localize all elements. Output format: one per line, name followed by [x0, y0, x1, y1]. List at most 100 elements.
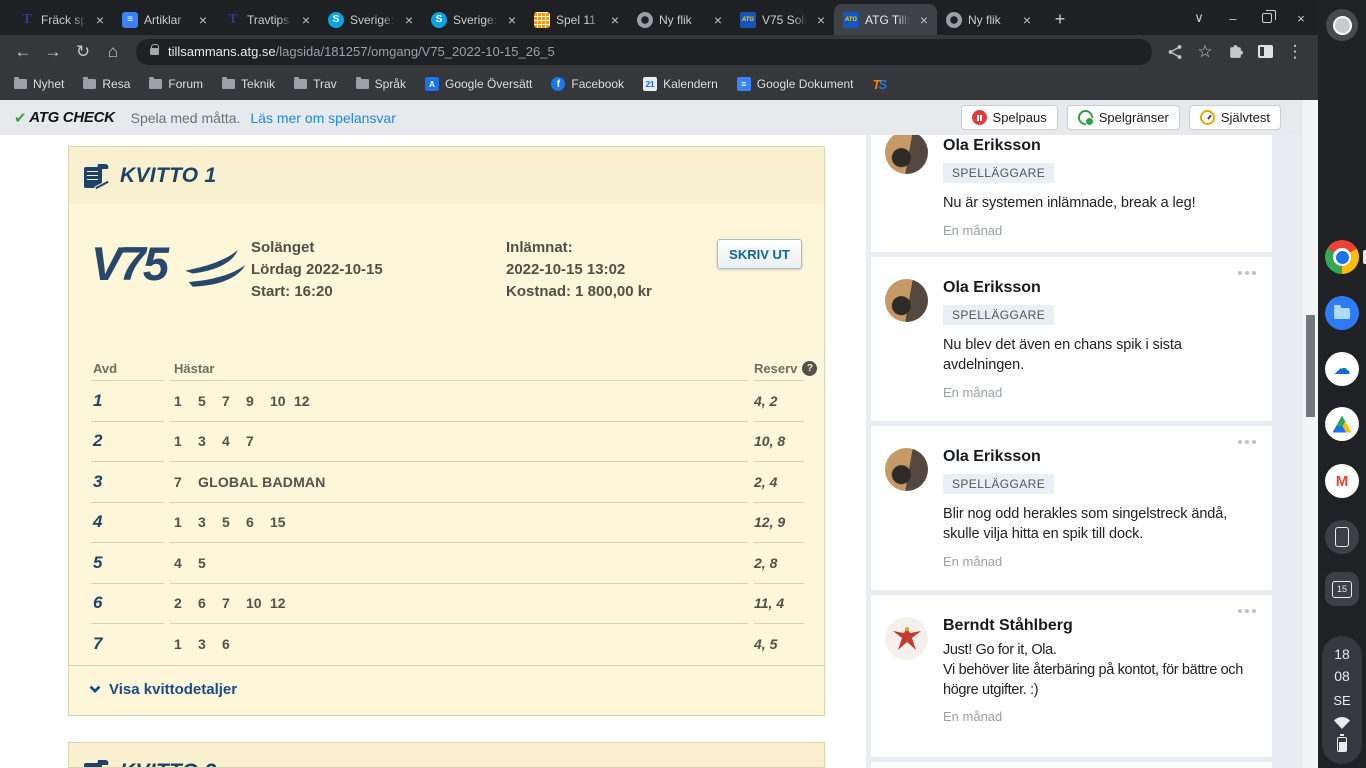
- browser-tab[interactable]: ATG V75 Solä ×: [731, 4, 834, 35]
- bookmark-ts[interactable]: TS: [873, 77, 888, 92]
- phone-app-icon[interactable]: [1325, 520, 1359, 554]
- bookmark-star-icon[interactable]: ☆: [1190, 38, 1220, 66]
- tab-close-icon[interactable]: ×: [710, 12, 726, 28]
- leg-number: 1: [93, 390, 103, 410]
- tab-close-icon[interactable]: ×: [607, 12, 623, 28]
- comment-text: Nu är systemen inlämnade, break a leg!: [943, 195, 1196, 211]
- avatar[interactable]: [885, 135, 928, 174]
- scrollbar-thumb[interactable]: [1306, 315, 1315, 417]
- help-icon[interactable]: ?: [802, 361, 818, 376]
- bookmark-label: Google Översätt: [444, 77, 533, 91]
- tab-search-chevron-icon[interactable]: ∨: [1182, 3, 1216, 33]
- cost-value: Kostnad: 1 800,00 kr: [506, 283, 652, 300]
- screen-record-indicator-icon[interactable]: [1326, 9, 1358, 41]
- comment-timestamp: En månad: [943, 223, 1003, 238]
- bookmark-folder[interactable]: Resa: [83, 76, 130, 91]
- comment-author: Berndt Ståhlberg: [943, 617, 1073, 634]
- avatar[interactable]: [885, 448, 928, 491]
- browser-tab[interactable]: T Fräck sp ×: [10, 4, 113, 35]
- bookmark-folder[interactable]: Språk: [355, 76, 406, 91]
- window-close-button[interactable]: ×: [1284, 3, 1318, 33]
- bookmark-folder[interactable]: Forum: [149, 76, 203, 91]
- browser-tab[interactable]: ≡ Artiklar ×: [113, 4, 216, 35]
- bookmark-calendar[interactable]: 21 Kalendern: [643, 77, 718, 91]
- restore-icon: [1262, 10, 1276, 23]
- spelgranser-button[interactable]: Spelgränser: [1066, 105, 1180, 130]
- horse-numbers: 136: [174, 636, 230, 653]
- atg-check-banner: ✔ ATG CHECK Spela med måtta. Läs mer om …: [0, 100, 1303, 135]
- bookmark-folder[interactable]: Teknik: [222, 76, 275, 91]
- gmail-app-icon[interactable]: M: [1325, 464, 1359, 498]
- tab-close-icon[interactable]: ×: [298, 12, 314, 28]
- tab-close-icon[interactable]: ×: [813, 12, 829, 28]
- tab-close-icon[interactable]: ×: [401, 12, 417, 28]
- submission-info: Inlämnat: 2022-10-15 13:02 Kostnad: 1 80…: [506, 237, 717, 357]
- spelpaus-button[interactable]: Spelpaus: [960, 105, 1058, 130]
- browser-tab[interactable]: Ny flik ×: [628, 4, 731, 35]
- browser-tab[interactable]: Spel 11 ×: [525, 4, 628, 35]
- table-row: 2 1347 10, 8: [91, 422, 804, 462]
- bookmark-facebook[interactable]: f Facebook: [551, 77, 624, 91]
- files-app-icon[interactable]: [1325, 296, 1359, 330]
- extensions-puzzle-icon[interactable]: [1220, 38, 1250, 66]
- reserve-numbers: 10, 8: [754, 433, 786, 450]
- system-status-area[interactable]: 18 08 SE: [1322, 636, 1362, 764]
- forward-icon[interactable]: →: [38, 38, 68, 66]
- leg-number: 3: [93, 471, 103, 491]
- avatar[interactable]: [885, 617, 928, 660]
- table-header-row: Avd Hästar Reserv?: [91, 357, 818, 381]
- browser-tab[interactable]: S Sverige: ×: [319, 4, 422, 35]
- bookmark-folder[interactable]: Trav: [294, 76, 337, 91]
- browser-tab-active[interactable]: ATG ATG Tills ×: [834, 4, 937, 35]
- new-tab-button[interactable]: +: [1046, 5, 1074, 33]
- taskbar: ☁ M 15 18 08 SE: [1318, 0, 1366, 768]
- sjalvtest-button[interactable]: Självtest: [1188, 105, 1281, 130]
- race-info: Solänget Lördag 2022-10-15 Start: 16:20: [251, 237, 506, 357]
- reload-icon[interactable]: ↻: [68, 38, 98, 66]
- browser-tab[interactable]: S Sverige: ×: [422, 4, 525, 35]
- drive-triangle-icon: [1332, 415, 1352, 433]
- chrome-app-icon[interactable]: [1325, 240, 1359, 274]
- avatar[interactable]: [885, 279, 928, 322]
- back-icon[interactable]: ←: [8, 38, 38, 66]
- receipt-card-1: KVITTO 1 V75 Solänget Lördag 2022-10-15 …: [68, 146, 825, 716]
- bookmark-label: Google Dokument: [756, 77, 854, 91]
- calendar-app-icon[interactable]: 15: [1325, 572, 1359, 606]
- side-panel-icon[interactable]: [1250, 38, 1280, 66]
- receipt-icon: [84, 759, 111, 767]
- window-minimize-button[interactable]: –: [1216, 3, 1250, 33]
- role-badge: SPELLÄGGARE: [943, 163, 1055, 183]
- print-button[interactable]: SKRIV UT: [717, 239, 802, 269]
- folder-icon: [1334, 304, 1350, 319]
- comment-menu-kebab-icon[interactable]: [1238, 609, 1256, 613]
- browser-tab[interactable]: Ny flik ×: [937, 4, 1040, 35]
- window-restore-button[interactable]: [1250, 3, 1284, 33]
- bookmark-google-docs[interactable]: ≡ Google Dokument: [736, 77, 854, 91]
- comment-timestamp: En månad: [943, 385, 1003, 400]
- page-viewport: ✔ ATG CHECK Spela med måtta. Läs mer om …: [0, 100, 1318, 768]
- bookmark-google-translate[interactable]: A Google Översätt: [424, 77, 533, 91]
- browser-menu-kebab-icon[interactable]: ⋮: [1280, 38, 1310, 66]
- tab-close-icon[interactable]: ×: [916, 12, 932, 28]
- url-path: /lagsida/181257/omgang/V75_2022-10-15_26…: [275, 44, 555, 59]
- tab-close-icon[interactable]: ×: [92, 12, 108, 28]
- comment-menu-kebab-icon[interactable]: [1238, 271, 1256, 275]
- tab-close-icon[interactable]: ×: [1019, 12, 1035, 28]
- show-receipt-details-link[interactable]: Visa kvittodetaljer: [109, 681, 237, 698]
- tab-close-icon[interactable]: ×: [504, 12, 520, 28]
- bookmark-folder[interactable]: Nyhet: [14, 76, 64, 91]
- skype-favicon: S: [328, 11, 344, 28]
- google-drive-app-icon[interactable]: [1325, 407, 1359, 441]
- home-icon[interactable]: ⌂: [98, 38, 128, 66]
- browser-tab[interactable]: T Travtips ×: [216, 4, 319, 35]
- horse-numbers: 45: [170, 543, 748, 584]
- tab-title: Ny flik: [659, 12, 692, 27]
- share-icon[interactable]: [1160, 38, 1190, 66]
- onedrive-app-icon[interactable]: ☁: [1325, 352, 1359, 386]
- address-bar[interactable]: tillsammans.atg.se/lagsida/181257/omgang…: [136, 38, 1152, 65]
- tab-close-icon[interactable]: ×: [195, 12, 211, 28]
- folder-icon: [355, 76, 369, 89]
- comment-menu-kebab-icon[interactable]: [1238, 440, 1256, 444]
- responsible-gaming-link[interactable]: Läs mer om spelansvar: [250, 110, 396, 126]
- main-column: KVITTO 1 V75 Solänget Lördag 2022-10-15 …: [0, 135, 866, 768]
